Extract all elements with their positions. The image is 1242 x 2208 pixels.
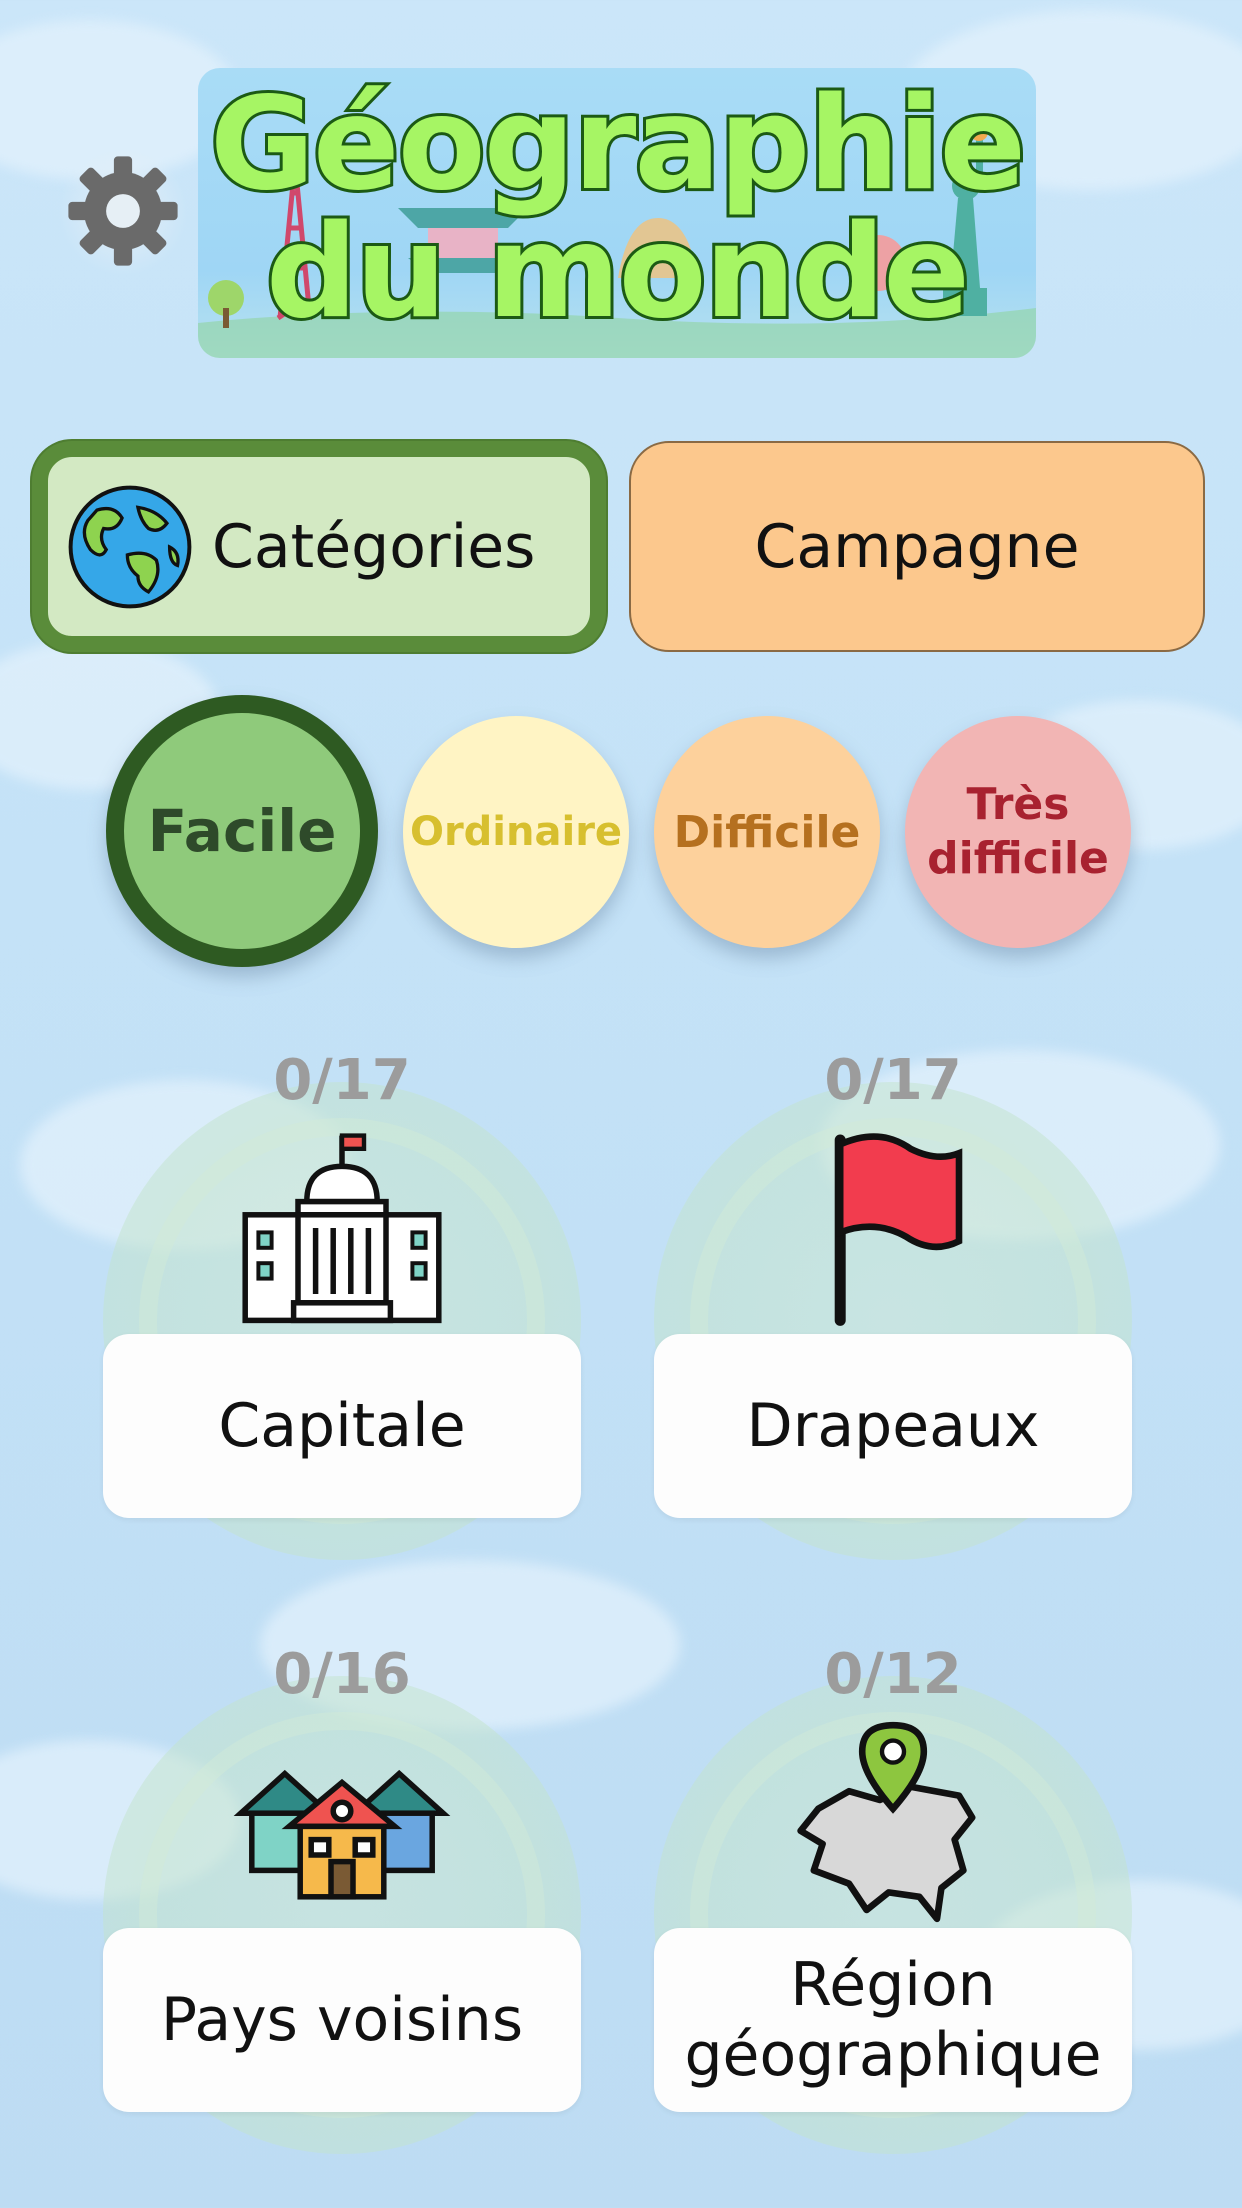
tab-campaign-label: Campagne (754, 511, 1080, 582)
tab-categories-label: Catégories (212, 511, 536, 582)
difficulty-very-hard-button[interactable]: Très difficile (905, 716, 1131, 948)
title-banner: Géographie du monde (198, 68, 1036, 358)
capital-label: Capitale (103, 1334, 581, 1518)
tab-categories[interactable]: Catégories (32, 441, 606, 652)
neighbors-progress: 0/16 (273, 1642, 411, 1707)
difficulty-very-hard-label-1: Très (966, 779, 1070, 830)
region-label: Région géographique (654, 1928, 1132, 2112)
neighbors-label: Pays voisins (103, 1928, 581, 2112)
difficulty-normal-button[interactable]: Ordinaire (403, 716, 629, 948)
title-line-1: Géographie (207, 70, 1029, 219)
category-card-neighbors[interactable]: 0/16 Pays voisins (103, 1642, 581, 2154)
difficulty-very-hard-label-2: difficile (927, 833, 1109, 884)
difficulty-hard-label: Difficile (673, 806, 861, 858)
difficulty-easy-button[interactable]: Facile (106, 695, 378, 967)
difficulty-hard-button[interactable]: Difficile (654, 716, 880, 948)
difficulty-easy-label: Facile (147, 797, 337, 865)
red-flag-icon (783, 1118, 1003, 1338)
capitol-building-icon (232, 1118, 452, 1338)
houses-icon (232, 1712, 452, 1932)
category-card-capital[interactable]: 0/17 Capitale (103, 1048, 581, 1560)
settings-button[interactable] (58, 146, 188, 276)
gear-icon (58, 156, 188, 280)
region-label-line-1: Région (790, 1950, 996, 2020)
globe-icon (64, 481, 196, 613)
region-label-line-2: géographique (684, 2020, 1102, 2090)
category-card-flags[interactable]: 0/17 Drapeaux (654, 1048, 1132, 1560)
map-pin-icon (783, 1712, 1003, 1932)
difficulty-normal-label: Ordinaire (409, 809, 623, 855)
capital-progress: 0/17 (273, 1048, 411, 1113)
flags-label: Drapeaux (654, 1334, 1132, 1518)
title-line-2: du monde (263, 198, 973, 347)
flags-progress: 0/17 (824, 1048, 962, 1113)
category-card-region[interactable]: 0/12 Région géographique (654, 1642, 1132, 2154)
region-progress: 0/12 (824, 1642, 962, 1707)
tab-campaign[interactable]: Campagne (629, 441, 1205, 652)
